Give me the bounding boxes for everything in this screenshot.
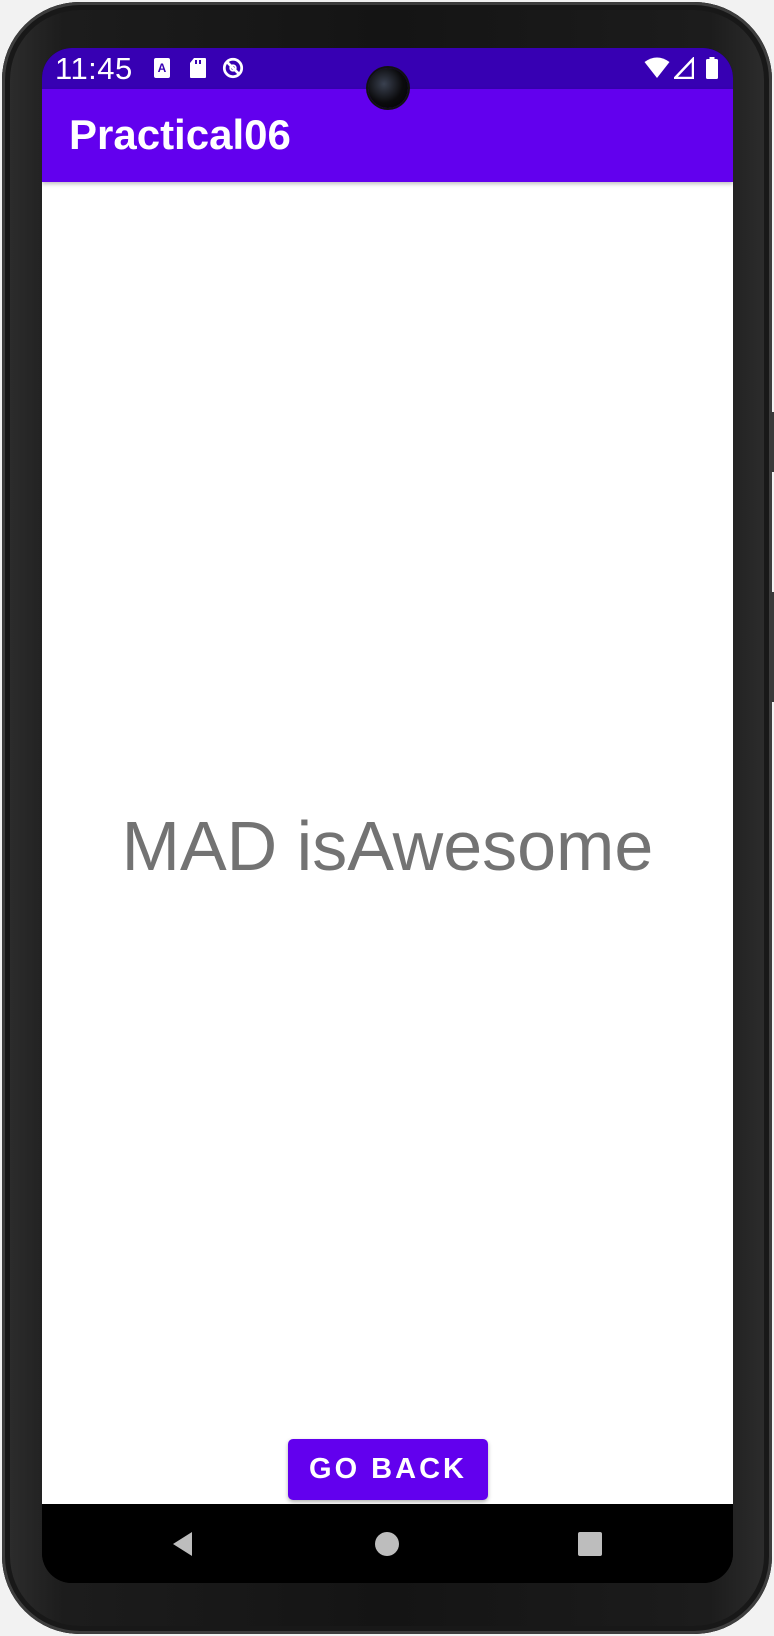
- do-not-disturb-icon: [222, 57, 244, 79]
- status-time: 11:45: [55, 51, 133, 86]
- front-camera: [368, 68, 408, 108]
- screen: 11:45 A Practical06 MAD isAwesome GO BAC…: [42, 48, 733, 1583]
- recents-square-icon[interactable]: [570, 1524, 610, 1564]
- main-content: MAD isAwesome GO BACK: [42, 182, 733, 1504]
- go-back-button[interactable]: GO BACK: [288, 1439, 488, 1500]
- svg-text:A: A: [158, 61, 167, 75]
- cell-signal-icon: [674, 57, 694, 79]
- phone-frame: 11:45 A Practical06 MAD isAwesome GO BAC…: [2, 2, 774, 1634]
- navigation-bar: [42, 1504, 733, 1583]
- back-triangle-icon[interactable]: [164, 1524, 204, 1564]
- app-title: Practical06: [69, 111, 291, 158]
- accessibility-a-icon: A: [154, 58, 170, 78]
- volume-button: [770, 412, 774, 472]
- wifi-icon: [644, 57, 670, 78]
- battery-icon: [706, 57, 718, 79]
- sd-card-icon: [190, 58, 206, 78]
- message-text: MAD isAwesome: [121, 807, 654, 885]
- home-circle-icon[interactable]: [367, 1524, 407, 1564]
- power-button: [770, 592, 774, 702]
